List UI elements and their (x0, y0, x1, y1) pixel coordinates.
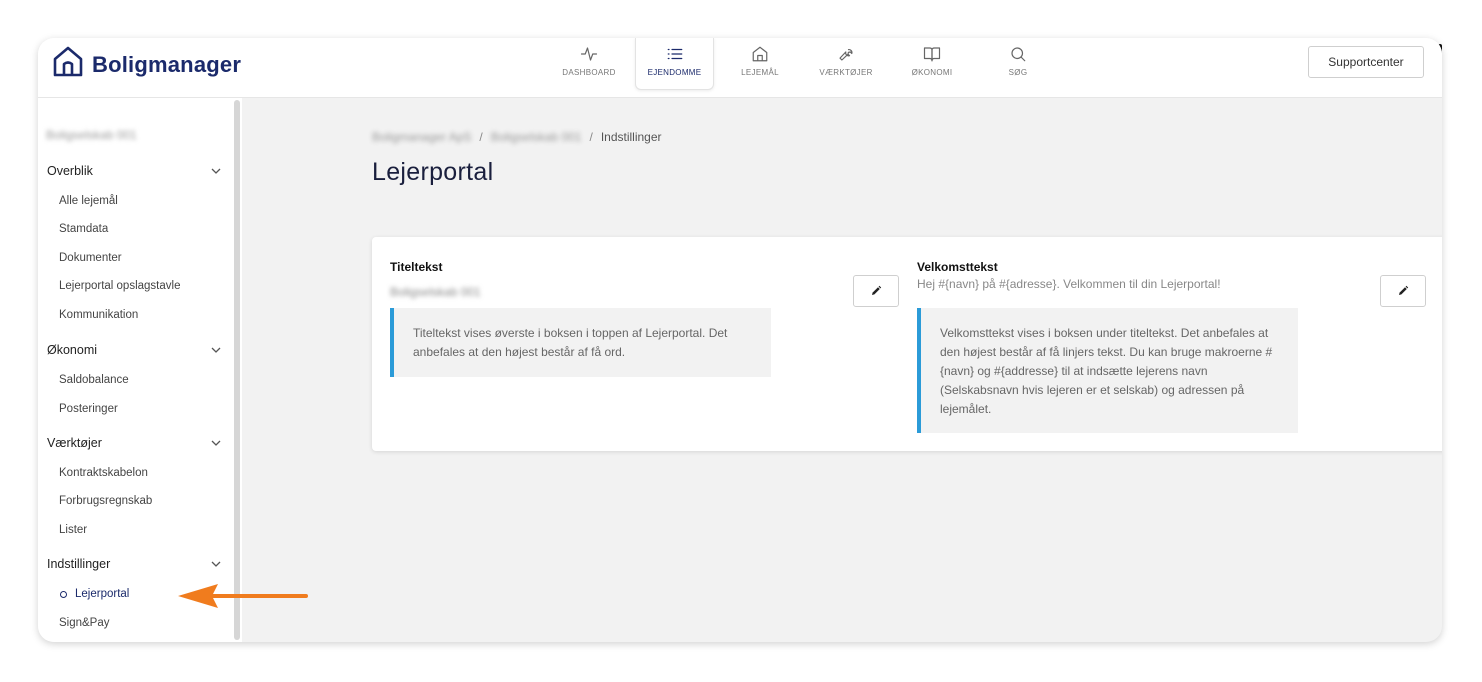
breadcrumb-separator: / (479, 130, 483, 144)
nav-lejemaal[interactable]: LEJEMÅL (717, 38, 803, 90)
book-icon (923, 47, 941, 62)
settings-card: Titeltekst Boligselskab 001 Titeltekst v… (372, 237, 1442, 451)
pencil-icon (872, 285, 882, 295)
page-title: Lejerportal (372, 158, 494, 186)
title-field-label: Titeltekst (390, 260, 443, 274)
breadcrumb: Boligmanager ApS / Boligselskab 001 / In… (372, 130, 662, 144)
sidebar-item-lejerportal-opslagstavle[interactable]: Lejerportal opslagstavle (59, 280, 180, 292)
nav-dashboard[interactable]: DASHBOARD (546, 38, 632, 90)
welcome-field-value: Hej #{navn} på #{adresse}. Velkommen til… (917, 277, 1221, 291)
sidebar-item-signpay[interactable]: Sign&Pay (59, 617, 110, 629)
house-logo-icon (53, 46, 83, 77)
sidebar: Boligselskab 001 Overblik Alle lejemål S… (38, 98, 242, 642)
nav-label: ØKONOMI (911, 68, 953, 77)
sidebar-section-oekonomi[interactable]: Økonomi (47, 343, 222, 357)
home-icon (752, 46, 768, 62)
sidebar-item-kontraktskabelon[interactable]: Kontraktskabelon (59, 467, 148, 479)
welcome-info-box: Velkomsttekst vises i boksen under titel… (917, 308, 1298, 433)
app-window: Boligmanager DASHBOARD EJENDOMME LEJEMÅL… (38, 38, 1442, 642)
sidebar-item-label: Lejerportal (75, 588, 130, 600)
chevron-down-icon (211, 561, 221, 567)
sidebar-item-stamdata[interactable]: Stamdata (59, 223, 108, 235)
nav-ejendomme[interactable]: EJENDOMME (635, 38, 714, 90)
section-label: Værktøjer (47, 436, 102, 450)
search-icon (1011, 47, 1026, 62)
sidebar-scrollbar[interactable] (234, 100, 240, 640)
welcome-field-label: Velkomsttekst (917, 260, 998, 274)
chevron-down-icon (211, 440, 221, 446)
sidebar-item-posteringer[interactable]: Posteringer (59, 403, 118, 415)
sidebar-item-dokumenter[interactable]: Dokumenter (59, 252, 122, 264)
nav-label: SØG (1008, 68, 1028, 77)
sidebar-item-lejerportal[interactable]: Lejerportal (60, 588, 129, 600)
breadcrumb-separator: / (589, 130, 593, 144)
sidebar-item-saldobalance[interactable]: Saldobalance (59, 374, 129, 386)
nav-label: DASHBOARD (562, 68, 616, 77)
title-info-box: Titeltekst vises øverste i boksen i topp… (390, 308, 771, 377)
active-dot-icon (60, 590, 67, 598)
sidebar-section-vaerktoejer[interactable]: Værktøjer (47, 436, 222, 450)
logo[interactable]: Boligmanager (52, 44, 241, 78)
top-header: Boligmanager DASHBOARD EJENDOMME LEJEMÅL… (38, 38, 1442, 98)
sidebar-item-lister[interactable]: Lister (59, 524, 87, 536)
arrow-left-icon (178, 584, 308, 608)
sidebar-company-name: Boligselskab 001 (46, 128, 137, 142)
sidebar-section-overblik[interactable]: Overblik (47, 164, 222, 178)
breadcrumb-item[interactable]: Boligmanager ApS (372, 130, 471, 144)
nav-label: LEJEMÅL (741, 68, 779, 77)
edit-title-button[interactable] (853, 275, 899, 307)
sidebar-section-indstillinger[interactable]: Indstillinger (47, 557, 222, 571)
nav-label: VÆRKTØJER (819, 68, 873, 77)
section-label: Økonomi (47, 343, 98, 357)
sidebar-item-alle-lejemaal[interactable]: Alle lejemål (59, 195, 118, 207)
pencil-icon (1399, 285, 1409, 295)
wrench-icon (839, 49, 853, 61)
section-label: Indstillinger (47, 557, 111, 571)
breadcrumb-current: Indstillinger (600, 130, 662, 144)
main-nav: DASHBOARD EJENDOMME LEJEMÅL VÆRKTØJER ØK… (546, 38, 1061, 90)
activity-icon (580, 47, 598, 61)
list-icon (667, 48, 682, 60)
nav-label: EJENDOMME (647, 68, 702, 77)
logo-text: Boligmanager (92, 52, 242, 77)
nav-soeg[interactable]: SØG (975, 38, 1061, 90)
nav-vaerktoejer[interactable]: VÆRKTØJER (803, 38, 889, 90)
supportcenter-button[interactable]: Supportcenter (1308, 46, 1424, 78)
chevron-down-icon (211, 347, 221, 353)
sidebar-item-forbrugsregnskab[interactable]: Forbrugsregnskab (59, 495, 152, 507)
edit-welcome-button[interactable] (1380, 275, 1426, 307)
sidebar-item-kommunikation[interactable]: Kommunikation (59, 309, 138, 321)
section-label: Overblik (47, 164, 93, 178)
breadcrumb-item[interactable]: Boligselskab 001 (491, 130, 582, 144)
title-field-value: Boligselskab 001 (390, 285, 481, 299)
nav-oekonomi[interactable]: ØKONOMI (889, 38, 975, 90)
chevron-down-icon (211, 168, 221, 174)
